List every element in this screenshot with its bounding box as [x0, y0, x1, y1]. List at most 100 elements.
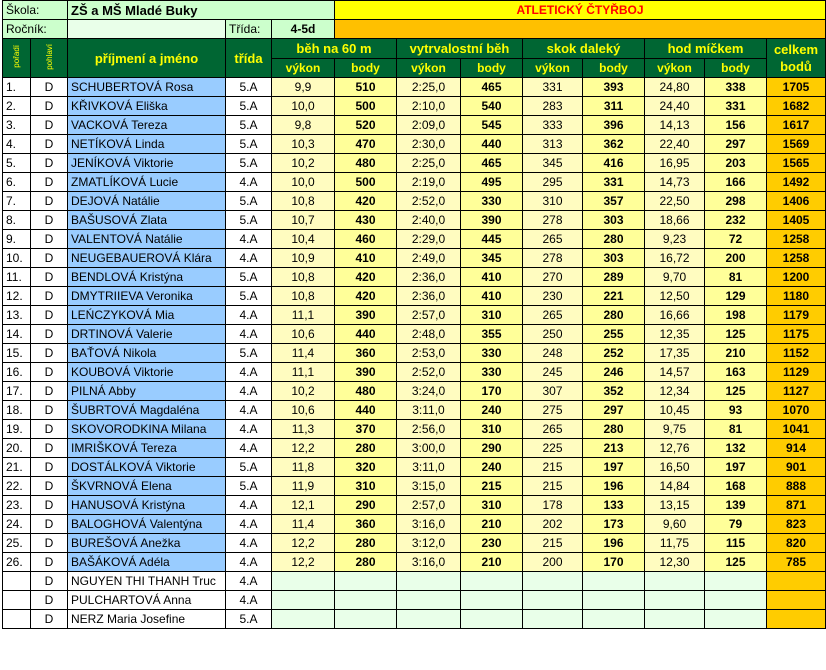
gender-cell: D — [30, 438, 68, 458]
empty-score-cell — [644, 571, 705, 591]
gender-cell: D — [30, 571, 68, 591]
total-cell: 1129 — [766, 362, 826, 382]
endurance-points-cell: 345 — [460, 248, 523, 268]
longjump-result-cell: 265 — [522, 419, 583, 439]
throw-result-cell: 22,50 — [644, 191, 705, 211]
run60-points-cell: 470 — [334, 134, 397, 154]
total-cell: 1152 — [766, 343, 826, 363]
class-value: 4-5d — [271, 19, 335, 39]
empty-score-cell — [522, 609, 583, 629]
name-cell: ŠKVRNOVÁ Elena — [67, 476, 226, 496]
class-cell: 5.A — [225, 153, 272, 173]
endurance-points-cell: 240 — [460, 400, 523, 420]
throw-points-cell: 168 — [704, 476, 767, 496]
run60-result-cell: 12,2 — [271, 533, 335, 553]
run60-points-cell: 500 — [334, 172, 397, 192]
longjump-result-cell: 250 — [522, 324, 583, 344]
table-row: 22. D ŠKVRNOVÁ Elena 5.A 11,9 310 3:15,0 215 215… — [2, 476, 826, 496]
endurance-points-cell: 540 — [460, 96, 523, 116]
run60-points-cell: 410 — [334, 248, 397, 268]
school-name: ZŠ a MŠ Mladé Buky — [67, 0, 335, 20]
run60-points-cell: 420 — [334, 286, 397, 306]
longjump-result-cell: 178 — [522, 495, 583, 515]
endurance-points-cell: 310 — [460, 419, 523, 439]
rank-cell: 1. — [2, 77, 31, 97]
throw-points-cell: 203 — [704, 153, 767, 173]
table-row: 3. D VACKOVÁ Tereza 5.A 9,8 520 2:09,0 545 333 39… — [2, 115, 826, 135]
rank-cell: 24. — [2, 514, 31, 534]
run60-result-cell: 10,8 — [271, 191, 335, 211]
class-cell: 5.A — [225, 343, 272, 363]
empty-score-cell — [644, 590, 705, 610]
endurance-points-cell: 545 — [460, 115, 523, 135]
class-cell: 5.A — [225, 609, 272, 629]
run60-points-cell: 280 — [334, 533, 397, 553]
name-cell: PULCHARTOVÁ Anna — [67, 590, 226, 610]
empty-score-cell — [271, 571, 335, 591]
longjump-points-cell: 221 — [582, 286, 645, 306]
longjump-points-cell: 133 — [582, 495, 645, 515]
total-cell — [766, 590, 826, 610]
empty-score-cell — [271, 590, 335, 610]
total-cell: 820 — [766, 533, 826, 553]
endurance-result-cell: 3:00,0 — [396, 438, 461, 458]
throw-points-cell: 115 — [704, 533, 767, 553]
longjump-result-cell: 333 — [522, 115, 583, 135]
grade-label: Ročník: — [2, 19, 68, 39]
longjump-points-cell: 280 — [582, 229, 645, 249]
longjump-result-cell: 225 — [522, 438, 583, 458]
longjump-result-cell: 202 — [522, 514, 583, 534]
gender-cell: D — [30, 362, 68, 382]
table-row-unranked: D NGUYEN THI THANH Truc 4.A — [2, 571, 826, 591]
rank-cell: 4. — [2, 134, 31, 154]
class-cell: 5.A — [225, 96, 272, 116]
name-cell: DRTINOVÁ Valerie — [67, 324, 226, 344]
gender-cell: D — [30, 609, 68, 629]
total-cell: 901 — [766, 457, 826, 477]
throw-points-cell: 129 — [704, 286, 767, 306]
gender-cell: D — [30, 286, 68, 306]
endurance-result-cell: 2:10,0 — [396, 96, 461, 116]
run60-result-cell: 11,3 — [271, 419, 335, 439]
rank-cell: 23. — [2, 495, 31, 515]
total-cell: 1682 — [766, 96, 826, 116]
endurance-points-cell: 310 — [460, 305, 523, 325]
gender-cell: D — [30, 324, 68, 344]
col-endurance-result: výkon — [396, 57, 461, 78]
longjump-points-cell: 252 — [582, 343, 645, 363]
throw-result-cell: 14,13 — [644, 115, 705, 135]
throw-points-cell: 232 — [704, 210, 767, 230]
run60-points-cell: 520 — [334, 115, 397, 135]
endurance-result-cell: 2:36,0 — [396, 267, 461, 287]
longjump-points-cell: 170 — [582, 552, 645, 572]
rank-cell: 26. — [2, 552, 31, 572]
run60-points-cell: 420 — [334, 267, 397, 287]
class-cell: 4.A — [225, 533, 272, 553]
table-row: 24. D BALOGHOVÁ Valentýna 4.A 11,4 360 3:16,0 2… — [2, 514, 826, 534]
throw-result-cell: 9,60 — [644, 514, 705, 534]
longjump-result-cell: 307 — [522, 381, 583, 401]
class-cell: 4.A — [225, 400, 272, 420]
throw-points-cell: 197 — [704, 457, 767, 477]
table-row-unranked: D PULCHARTOVÁ Anna 4.A — [2, 590, 826, 610]
run60-result-cell: 11,4 — [271, 343, 335, 363]
throw-result-cell: 9,23 — [644, 229, 705, 249]
rank-cell: 15. — [2, 343, 31, 363]
throw-result-cell: 9,70 — [644, 267, 705, 287]
endurance-result-cell: 2:40,0 — [396, 210, 461, 230]
gender-cell: D — [30, 267, 68, 287]
table-row: 15. D BAŤOVÁ Nikola 5.A 11,4 360 2:53,0 330 248 2… — [2, 343, 826, 363]
rank-cell: 25. — [2, 533, 31, 553]
name-cell: NEUGEBAUEROVÁ Klára — [67, 248, 226, 268]
name-cell: BAŤOVÁ Nikola — [67, 343, 226, 363]
gender-cell: D — [30, 343, 68, 363]
rank-cell: 2. — [2, 96, 31, 116]
class-cell: 4.A — [225, 514, 272, 534]
class-label: Třída: — [225, 19, 272, 39]
total-cell: 888 — [766, 476, 826, 496]
longjump-result-cell: 200 — [522, 552, 583, 572]
rank-cell — [2, 609, 31, 629]
gender-cell: D — [30, 495, 68, 515]
name-cell: ZMATLÍKOVÁ Lucie — [67, 172, 226, 192]
longjump-result-cell: 278 — [522, 248, 583, 268]
